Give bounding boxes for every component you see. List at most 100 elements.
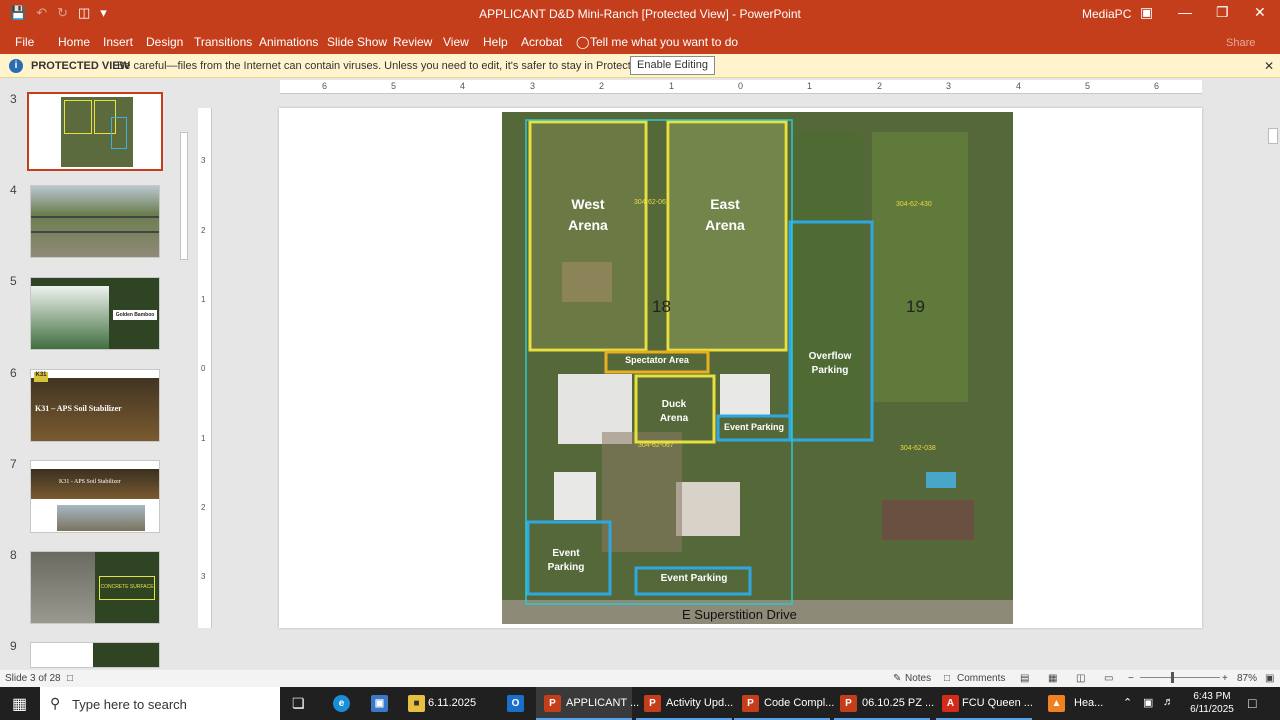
taskbar-app-label: APPLICANT ... — [566, 697, 640, 709]
info-icon: i — [9, 59, 23, 73]
thumb-aerial-image — [61, 97, 133, 167]
slide-thumbnail-4[interactable] — [30, 185, 160, 258]
close-message-bar-icon[interactable]: ✕ — [1264, 59, 1274, 73]
powerpoint-icon: P — [544, 695, 561, 712]
thumb-logo: K31 — [34, 372, 48, 382]
tab-review[interactable]: Review — [393, 35, 432, 49]
ruler-label: 5 — [391, 81, 397, 91]
ruler-label: 0 — [738, 81, 744, 91]
slide-show-icon[interactable]: ▭ — [1104, 673, 1113, 684]
ribbon-display-icon[interactable]: ▣ — [1140, 4, 1153, 21]
taskbar-app-label: Code Compl... — [764, 697, 835, 709]
restore-button[interactable]: ❐ — [1216, 4, 1229, 21]
ruler-label: 4 — [1016, 81, 1022, 91]
powerpoint-icon: P — [644, 695, 661, 712]
close-button[interactable]: ✕ — [1254, 4, 1266, 21]
tab-view[interactable]: View — [443, 35, 469, 49]
tab-file[interactable]: File — [15, 35, 34, 49]
notifications-icon[interactable]: □ — [1248, 695, 1256, 711]
slide-thumbnail-9[interactable] — [30, 642, 160, 668]
ruler-label: 2 — [599, 81, 605, 91]
reading-view-icon[interactable]: ◫ — [1076, 673, 1085, 684]
zoom-slider[interactable] — [1140, 677, 1220, 678]
vertical-ruler: 3 2 1 0 1 2 3 — [198, 108, 212, 628]
taskbar-app-powerpoint[interactable]: P Code Compl... — [734, 687, 834, 720]
taskbar-clock[interactable]: 6:43 PM 6/11/2025 — [1182, 690, 1242, 716]
fit-to-window-icon[interactable]: ▣ — [1265, 673, 1274, 684]
ruler-label: 6 — [1154, 81, 1160, 91]
taskbar-app-label: 6.11.2025 — [428, 697, 477, 709]
zoom-level[interactable]: 87% — [1237, 673, 1257, 684]
zoom-out-icon[interactable]: − — [1128, 673, 1134, 684]
ruler-label: 3 — [201, 572, 206, 581]
lot-number-19: 19 — [906, 297, 925, 316]
minimize-button[interactable]: — — [1178, 4, 1192, 20]
volume-icon[interactable]: ♬ — [1163, 696, 1174, 708]
ruler-label: 4 — [460, 81, 466, 91]
folder-icon: ■ — [408, 695, 425, 712]
protected-view-message: Be careful—files from the Internet can c… — [117, 60, 673, 72]
slide-thumbnail-5[interactable]: Golden Bamboo — [30, 277, 160, 350]
zoom-in-icon[interactable]: + — [1222, 673, 1228, 684]
task-view-icon[interactable]: ❏ — [292, 695, 305, 712]
tray-overflow-icon[interactable]: ⌃ — [1123, 696, 1132, 709]
ruler-label: 6 — [322, 81, 328, 91]
accessibility-icon[interactable]: □ — [67, 673, 73, 684]
taskbar-app-powerpoint[interactable]: P Activity Upd... — [636, 687, 733, 720]
editor-scrollbar[interactable] — [1266, 80, 1280, 606]
slide-thumbnail-3[interactable] — [27, 92, 163, 171]
slide-thumbnail-8[interactable]: CONCRETE SURFACE — [30, 551, 160, 624]
ruler-label: 2 — [201, 503, 206, 512]
tab-insert[interactable]: Insert — [103, 35, 133, 49]
slide-sorter-icon[interactable]: ▦ — [1048, 673, 1057, 684]
taskbar-app-label: FCU Queen ... — [962, 697, 1033, 709]
notes-button[interactable]: Notes — [905, 673, 931, 684]
scroll-thumb[interactable] — [180, 132, 188, 260]
slide-thumbnail-7[interactable]: K31 - APS Soil Stabilizer — [30, 460, 160, 533]
comments-button[interactable]: Comments — [957, 673, 1005, 684]
user-name[interactable]: MediaPC — [1082, 7, 1131, 21]
clock-time: 6:43 PM — [1193, 691, 1231, 702]
slide-count: Slide 3 of 28 — [5, 673, 61, 684]
taskbar-search-box[interactable]: ⚲ Type here to search — [40, 687, 280, 720]
normal-view-icon[interactable]: ▤ — [1020, 673, 1029, 684]
street-label: E Superstition Drive — [682, 607, 797, 622]
scroll-thumb[interactable] — [1268, 128, 1278, 144]
windows-start-icon[interactable]: ▦ — [12, 694, 27, 714]
east-arena-label: East Arena — [705, 196, 745, 233]
zoom-slider-thumb[interactable] — [1171, 672, 1174, 683]
outlook-icon[interactable]: O — [502, 687, 530, 720]
pdf-icon: A — [942, 695, 959, 712]
thumbnail-scrollbar[interactable] — [178, 80, 190, 668]
ruler-label: 1 — [201, 295, 206, 304]
parcel-number: 304-62-430 — [896, 201, 932, 208]
taskbar-app-vlc[interactable]: ▲ Hea... — [1044, 687, 1114, 720]
parcel-number: 304-62-067 — [638, 442, 674, 449]
taskbar-app-file-explorer[interactable]: ■ 6.11.2025 — [402, 687, 494, 720]
taskbar-app-powerpoint-active[interactable]: P APPLICANT ... — [536, 687, 639, 720]
event-parking-label: Event Parking — [660, 573, 728, 584]
ruler-label: 5 — [1085, 81, 1091, 91]
tab-home[interactable]: Home — [58, 35, 90, 49]
edge-browser-icon[interactable]: e — [328, 687, 356, 720]
powerpoint-icon: P — [742, 695, 759, 712]
tab-transitions[interactable]: Transitions — [194, 35, 252, 49]
tab-slide-show[interactable]: Slide Show — [327, 35, 387, 49]
tab-design[interactable]: Design — [146, 35, 183, 49]
taskbar-app-acrobat[interactable]: A FCU Queen ... — [936, 687, 1033, 720]
tell-me-search[interactable]: Tell me what you want to do — [590, 35, 738, 49]
share-button[interactable]: Share — [1226, 37, 1255, 49]
parcel-number: 304-62-038 — [900, 445, 936, 452]
store-icon[interactable]: ▣ — [366, 687, 394, 720]
tab-help[interactable]: Help — [483, 35, 508, 49]
tab-acrobat[interactable]: Acrobat — [521, 35, 562, 49]
tab-animations[interactable]: Animations — [259, 35, 318, 49]
ruler-label: 1 — [201, 434, 206, 443]
taskbar-app-powerpoint[interactable]: P 06.10.25 PZ ... — [834, 687, 934, 720]
network-icon[interactable]: ▣ — [1143, 696, 1153, 709]
aerial-map-image[interactable]: West Arena East Arena Spectator Area Duc… — [502, 112, 1013, 624]
status-bar: Slide 3 of 28 □ ✎ Notes □ Comments ▤ ▦ ◫… — [0, 670, 1280, 687]
ruler-label: 3 — [946, 81, 952, 91]
enable-editing-button[interactable]: Enable Editing — [630, 56, 715, 75]
slide-thumbnail-6[interactable]: K31 K31 – APS Soil Stabilizer — [30, 369, 160, 442]
